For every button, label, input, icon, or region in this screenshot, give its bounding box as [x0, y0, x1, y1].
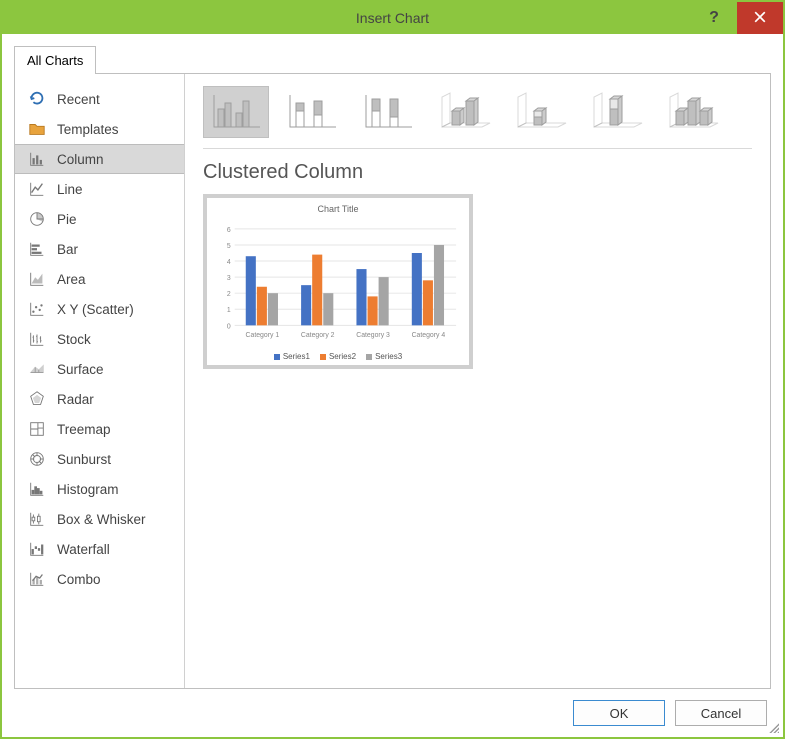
waterfall-chart-icon	[27, 539, 47, 559]
subtype-3d-stacked-column[interactable]	[507, 86, 573, 138]
insert-chart-dialog: Insert Chart ? All Charts Recent Template…	[0, 0, 785, 739]
line-chart-icon	[27, 179, 47, 199]
sidebar-item-templates[interactable]: Templates	[15, 114, 184, 144]
sidebar-item-recent[interactable]: Recent	[15, 84, 184, 114]
sidebar-item-column[interactable]: Column	[15, 144, 184, 174]
tab-all-charts[interactable]: All Charts	[14, 46, 96, 74]
scatter-chart-icon	[27, 299, 47, 319]
svg-text:0: 0	[227, 323, 231, 330]
cancel-button[interactable]: Cancel	[675, 700, 767, 726]
split-pane: Recent Templates Column Line Pie Bar Area X Y (…	[14, 74, 771, 689]
area-chart-icon	[27, 269, 47, 289]
help-button[interactable]: ?	[691, 2, 737, 34]
sidebar-item-waterfall[interactable]: Waterfall	[15, 534, 184, 564]
main-panel: Clustered Column Chart Title 0 1 2 3 4 5 6 Cate…	[185, 74, 770, 688]
help-icon: ?	[709, 9, 719, 27]
bar-chart-icon	[27, 239, 47, 259]
svg-text:Category 1: Category 1	[246, 332, 280, 339]
svg-text:2: 2	[227, 291, 231, 298]
chart-preview[interactable]: Chart Title 0 1 2 3 4 5 6 Category 1 Category 2 C…	[203, 194, 473, 369]
pie-chart-icon	[27, 209, 47, 229]
sidebar-item-pie[interactable]: Pie	[15, 204, 184, 234]
chart-preview-title: Chart Title	[317, 204, 358, 214]
subtype-100-stacked-column[interactable]	[355, 86, 421, 138]
legend-series2: Series2	[320, 352, 356, 361]
sidebar-item-label: Templates	[57, 122, 119, 137]
close-button[interactable]	[737, 2, 783, 34]
sidebar-item-label: Stock	[57, 332, 91, 347]
column-chart-icon	[27, 149, 47, 169]
tabstrip: All Charts	[14, 46, 771, 74]
sidebar-item-bar[interactable]: Bar	[15, 234, 184, 264]
sidebar-item-label: Bar	[57, 242, 78, 257]
resize-grip[interactable]	[767, 721, 779, 733]
dialog-footer: OK Cancel	[2, 689, 783, 737]
sidebar-item-label: Waterfall	[57, 542, 110, 557]
sidebar-item-combo[interactable]: Combo	[15, 564, 184, 594]
svg-text:3: 3	[227, 275, 231, 282]
boxwhisker-chart-icon	[27, 509, 47, 529]
subtype-3d-column[interactable]	[659, 86, 725, 138]
sidebar-item-label: Line	[57, 182, 83, 197]
svg-text:1: 1	[227, 307, 231, 314]
sidebar-item-label: Combo	[57, 572, 101, 587]
legend-series1: Series1	[274, 352, 310, 361]
svg-text:Category 3: Category 3	[356, 332, 390, 339]
folder-icon	[27, 119, 47, 139]
sidebar-item-label: Histogram	[57, 482, 119, 497]
subtype-stacked-column[interactable]	[279, 86, 345, 138]
sidebar-item-label: Treemap	[57, 422, 111, 437]
subtype-3d-clustered-column[interactable]	[431, 86, 497, 138]
recent-icon	[27, 89, 47, 109]
dialog-body: All Charts Recent Templates Column Line Pie B…	[2, 34, 783, 689]
sidebar-item-label: Recent	[57, 92, 100, 107]
chart-category-sidebar: Recent Templates Column Line Pie Bar Area X Y (…	[15, 74, 185, 688]
stock-chart-icon	[27, 329, 47, 349]
svg-text:Category 2: Category 2	[301, 332, 335, 339]
sidebar-item-label: Radar	[57, 392, 94, 407]
sidebar-item-label: Box & Whisker	[57, 512, 146, 527]
chart-subtype-title: Clustered Column	[203, 161, 752, 184]
svg-text:Category 4: Category 4	[412, 332, 446, 339]
titlebar: Insert Chart ?	[2, 2, 783, 34]
sidebar-item-area[interactable]: Area	[15, 264, 184, 294]
sidebar-item-sunburst[interactable]: Sunburst	[15, 444, 184, 474]
radar-chart-icon	[27, 389, 47, 409]
close-icon	[754, 10, 766, 26]
chart-preview-plot: 0 1 2 3 4 5 6 Category 1 Category 2 Category 3 Cat…	[215, 218, 461, 350]
sidebar-item-label: Area	[57, 272, 86, 287]
sidebar-item-histogram[interactable]: Histogram	[15, 474, 184, 504]
sidebar-item-boxwhisker[interactable]: Box & Whisker	[15, 504, 184, 534]
chart-subtype-row	[203, 86, 752, 149]
histogram-chart-icon	[27, 479, 47, 499]
sidebar-item-label: Surface	[57, 362, 104, 377]
sidebar-item-line[interactable]: Line	[15, 174, 184, 204]
surface-chart-icon	[27, 359, 47, 379]
sidebar-item-label: Column	[57, 152, 104, 167]
legend-series3: Series3	[366, 352, 402, 361]
sunburst-chart-icon	[27, 449, 47, 469]
combo-chart-icon	[27, 569, 47, 589]
sidebar-item-label: X Y (Scatter)	[57, 302, 134, 317]
svg-text:4: 4	[227, 259, 231, 266]
window-controls: ?	[691, 2, 783, 34]
sidebar-item-radar[interactable]: Radar	[15, 384, 184, 414]
tab-label: All Charts	[27, 53, 83, 68]
sidebar-item-stock[interactable]: Stock	[15, 324, 184, 354]
sidebar-item-surface[interactable]: Surface	[15, 354, 184, 384]
sidebar-item-xy[interactable]: X Y (Scatter)	[15, 294, 184, 324]
ok-button[interactable]: OK	[573, 700, 665, 726]
subtype-3d-100-stacked-column[interactable]	[583, 86, 649, 138]
svg-text:6: 6	[227, 227, 231, 234]
sidebar-item-label: Pie	[57, 212, 77, 227]
sidebar-item-treemap[interactable]: Treemap	[15, 414, 184, 444]
sidebar-item-label: Sunburst	[57, 452, 111, 467]
treemap-chart-icon	[27, 419, 47, 439]
chart-preview-legend: Series1 Series2 Series3	[274, 352, 402, 361]
subtype-clustered-column[interactable]	[203, 86, 269, 138]
window-title: Insert Chart	[2, 10, 783, 26]
svg-text:5: 5	[227, 243, 231, 250]
